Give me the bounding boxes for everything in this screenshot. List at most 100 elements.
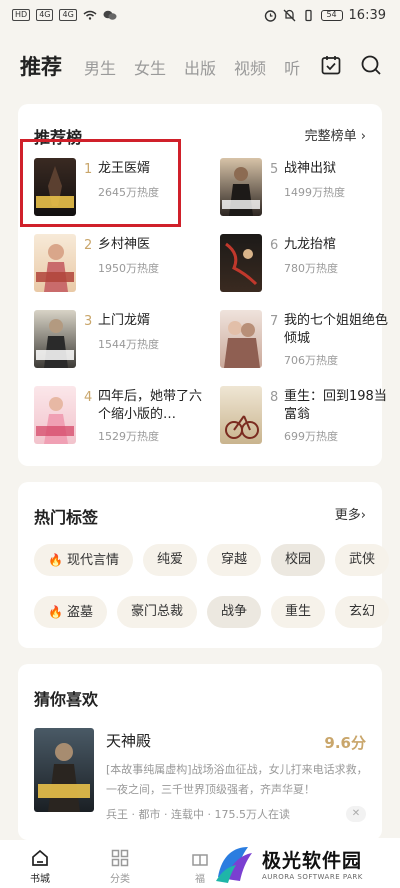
- rank-number: 3: [84, 314, 93, 329]
- rank-item-2[interactable]: 2 乡村神医 1950万热度: [34, 234, 206, 304]
- book-heat: 1499万热度: [284, 186, 345, 199]
- search-icon[interactable]: [360, 54, 382, 76]
- dismiss-button[interactable]: ✕: [346, 806, 366, 822]
- book-cover: [34, 234, 76, 292]
- book-heat: 699万热度: [284, 430, 338, 443]
- nav-icons: [320, 54, 382, 76]
- tag-row-2: 🔥 盗墓 豪门总裁 战争 重生 玄幻: [34, 596, 390, 628]
- rank-number: 6: [270, 238, 279, 253]
- watermark-en: AURORA SOFTWARE PARK: [262, 872, 363, 881]
- tag-chip[interactable]: 武侠: [335, 544, 390, 576]
- category-icon: [111, 849, 129, 867]
- rank-item-5[interactable]: 5 战神出狱 1499万热度: [220, 158, 392, 228]
- tab-recommend[interactable]: 推荐: [20, 51, 62, 81]
- rank-item-1[interactable]: 1 龙王医婿 2645万热度: [34, 158, 206, 228]
- tab-listen[interactable]: 听: [284, 55, 300, 79]
- rank-item-3[interactable]: 3 上门龙婿 1544万热度: [34, 310, 206, 380]
- tab-label: 福: [195, 874, 205, 885]
- rank-number: 7: [270, 314, 279, 329]
- top-nav: 推荐 男生 女生 出版 视频 听: [0, 42, 400, 90]
- status-bar: HD 4G 4G 54 16:39: [0, 0, 400, 30]
- calendar-check-icon[interactable]: [320, 54, 342, 76]
- signal-4g-indicator-2: 4G: [59, 9, 77, 21]
- bookstore-icon: [32, 849, 48, 866]
- watermark: 极光软件园 AURORA SOFTWARE PARK: [212, 838, 400, 888]
- tag-chip[interactable]: 战争: [206, 596, 261, 628]
- battery-indicator: 54: [320, 9, 343, 21]
- book-cover: [220, 234, 262, 292]
- tab-label: 分类: [110, 874, 130, 885]
- hot-tags-title: 热门标签: [34, 508, 99, 527]
- tab-publish[interactable]: 出版: [184, 55, 216, 79]
- rank-number: 8: [270, 390, 279, 405]
- book-cover[interactable]: [34, 728, 94, 812]
- tab-female[interactable]: 女生: [134, 55, 166, 79]
- tag-chip[interactable]: 玄幻: [335, 596, 390, 628]
- hd-indicator: HD: [12, 9, 31, 21]
- rank-item-6[interactable]: 6 九龙抬棺 780万热度: [220, 234, 392, 304]
- rank-number: 2: [84, 238, 93, 253]
- more-tags-link[interactable]: 更多›: [335, 504, 366, 523]
- book-title: 龙王医婿: [98, 161, 151, 176]
- book-score: 9.6分: [324, 734, 366, 752]
- tag-chip[interactable]: 穿越: [206, 544, 261, 576]
- rank-item-4[interactable]: 4 四年后，她带了六个缩小版的… 1529万热度: [34, 386, 206, 456]
- book-heat: 1544万热度: [98, 338, 159, 351]
- tab-category[interactable]: 分类: [80, 840, 160, 888]
- tag-label: 盗墓: [66, 605, 93, 620]
- book-title: 九龙抬棺: [284, 237, 337, 252]
- alarm-icon: [264, 9, 276, 22]
- tag-chip[interactable]: 纯爱: [142, 544, 197, 576]
- rank-item-7[interactable]: 7 我的七个姐姐绝色倾城 706万热度: [220, 310, 392, 380]
- full-ranking-link[interactable]: 完整榜单 ›: [305, 125, 366, 144]
- book-cover: [34, 386, 76, 444]
- wechat-icon: [103, 10, 117, 20]
- watermark-cn: 极光软件园: [262, 849, 363, 872]
- tag-chip[interactable]: 重生: [271, 596, 326, 628]
- book-cover: [34, 310, 76, 368]
- ranking-title: 推荐榜: [34, 128, 83, 147]
- hot-tags-card: 热门标签 更多› 🔥 现代言情 纯爱 穿越 校园 武侠 🔥 盗墓 豪门总裁 战争 重…: [18, 482, 390, 648]
- book-title: 重生：回到198当富翁: [284, 389, 387, 422]
- rank-number: 1: [84, 162, 93, 177]
- welfare-icon: [192, 854, 208, 866]
- tag-chip[interactable]: 校园: [271, 544, 326, 576]
- tab-male[interactable]: 男生: [84, 55, 116, 79]
- tag-chip[interactable]: 豪门总裁: [116, 596, 197, 628]
- tab-label: 书城: [30, 874, 50, 885]
- rank-number: 5: [270, 162, 279, 177]
- book-heat: 706万热度: [284, 354, 338, 367]
- book-description: [本故事纯属虚构]战场浴血征战，女儿打来电话求救，一夜之间，三千世界顶级强者，齐…: [106, 763, 368, 796]
- book-cover: [34, 158, 76, 216]
- tab-video[interactable]: 视频: [234, 55, 266, 79]
- status-right: 54 16:39: [264, 8, 386, 23]
- vibrate-icon: [304, 9, 312, 21]
- wifi-icon: [83, 10, 97, 20]
- book-title: 乡村神医: [98, 237, 151, 252]
- book-title: 四年后，她带了六个缩小版的…: [98, 389, 203, 422]
- tag-row-1: 🔥 现代言情 纯爱 穿越 校园 武侠: [34, 544, 390, 576]
- tag-chip[interactable]: 🔥 现代言情: [34, 544, 133, 576]
- rank-item-8[interactable]: 8 重生：回到198当富翁 699万热度: [220, 386, 392, 456]
- book-title: 战神出狱: [284, 161, 337, 176]
- book-cover: [220, 386, 262, 444]
- book-meta: 兵王 · 都市 · 连载中 · 175.5万人在读: [106, 808, 290, 821]
- channel-tabs: 推荐 男生 女生 出版 视频 听: [20, 51, 312, 81]
- book-cover: [220, 310, 262, 368]
- watermark-text: 极光软件园 AURORA SOFTWARE PARK: [262, 846, 363, 881]
- status-time: 16:39: [348, 7, 386, 23]
- flame-icon: 🔥: [48, 553, 63, 567]
- tab-bookstore[interactable]: 书城: [0, 840, 80, 888]
- aurora-logo-icon: [216, 847, 252, 883]
- guess-title: 猜你喜欢: [34, 690, 99, 709]
- book-heat: 2645万热度: [98, 186, 159, 199]
- flame-icon: 🔥: [48, 605, 63, 619]
- rank-number: 4: [84, 390, 93, 405]
- book-title[interactable]: 天神殿: [106, 730, 151, 751]
- mute-icon: [283, 9, 295, 21]
- tag-label: 现代言情: [66, 553, 119, 568]
- signal-4g-indicator: 4G: [36, 9, 54, 21]
- book-heat: 1529万热度: [98, 430, 159, 443]
- book-cover: [220, 158, 262, 216]
- tag-chip[interactable]: 🔥 盗墓: [34, 596, 107, 628]
